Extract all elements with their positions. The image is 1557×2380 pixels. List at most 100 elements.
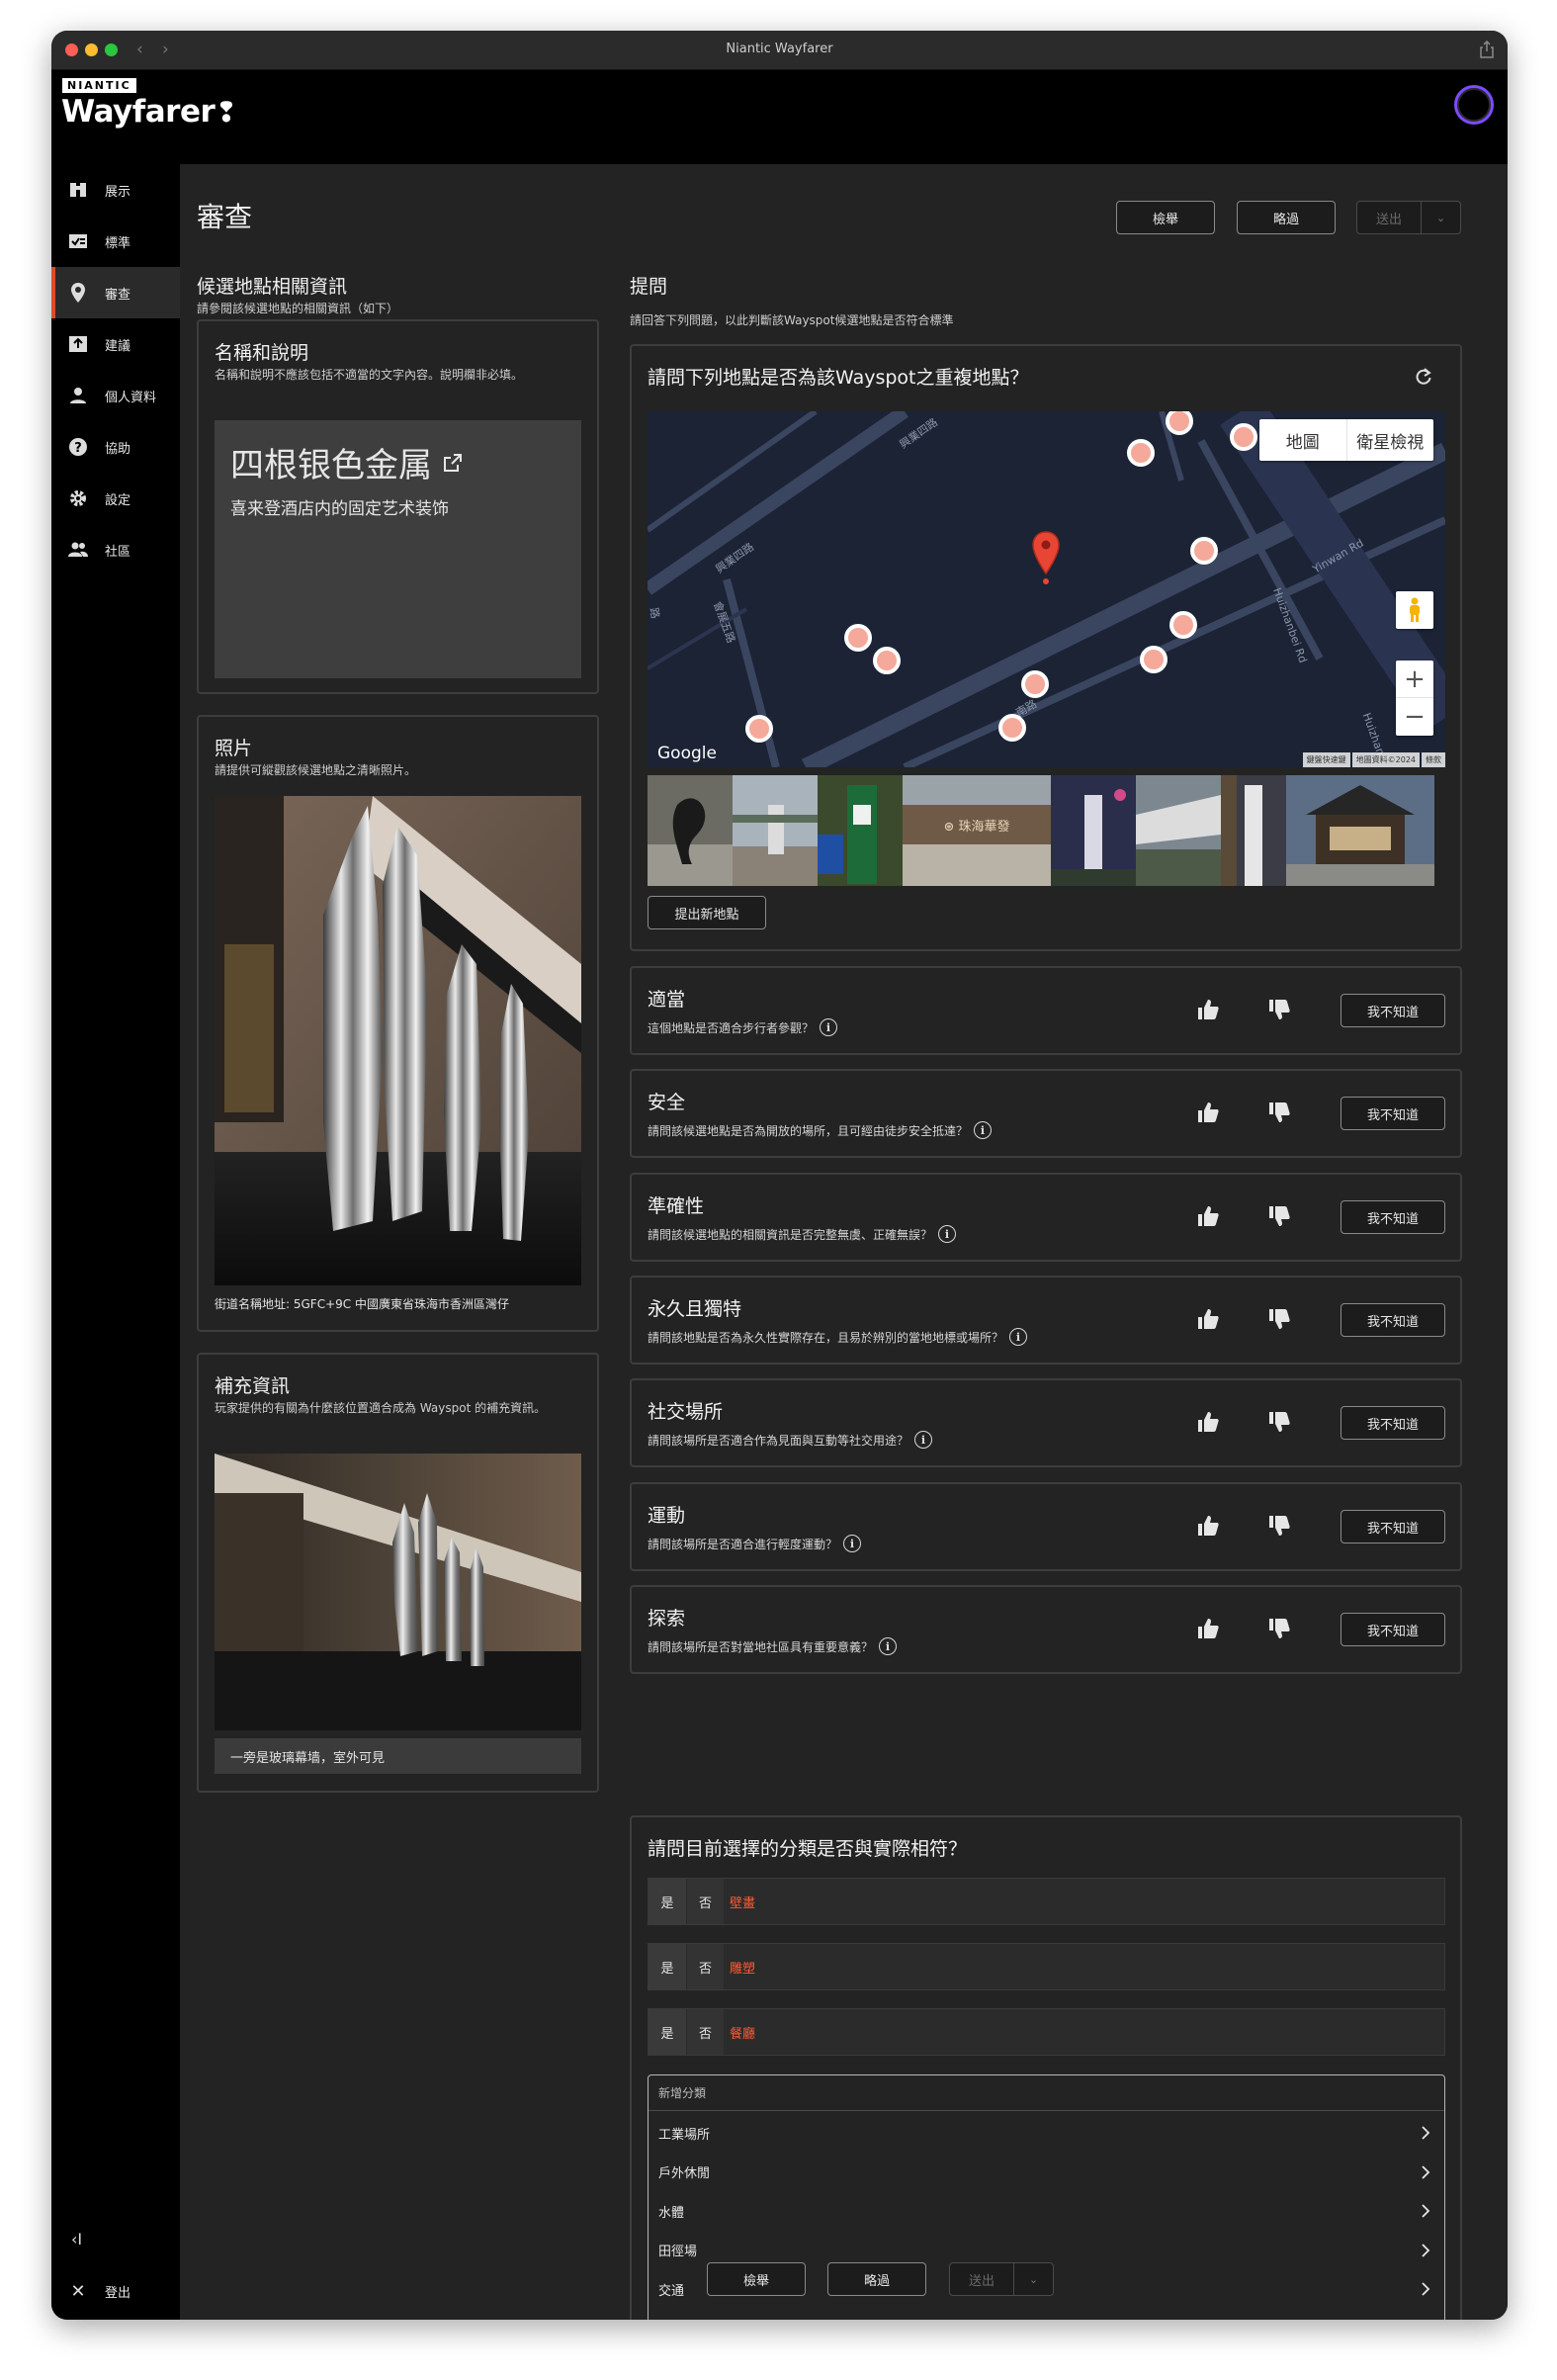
criteria-title: 探索 — [648, 1608, 686, 1630]
nearby-thumbnail[interactable] — [1286, 775, 1434, 886]
dont-know-button[interactable]: 我不知道 — [1341, 1200, 1445, 1234]
thumbs-down-icon[interactable] — [1267, 1410, 1291, 1434]
category-option[interactable]: 住宅大樓 — [649, 2309, 1444, 2321]
zoom-in-icon[interactable]: + — [1396, 661, 1433, 698]
dont-know-button[interactable]: 我不知道 — [1341, 1510, 1445, 1543]
thumbs-up-icon[interactable] — [1196, 1410, 1220, 1434]
dont-know-button[interactable]: 我不知道 — [1341, 1613, 1445, 1646]
supplemental-subtitle: 玩家提供的有關為什麼該位置適合成為 Wayspot 的補充資訊。 — [215, 1401, 547, 1415]
sidebar-item-settings[interactable]: 設定 — [51, 473, 180, 524]
nearby-thumbnail[interactable] — [1136, 775, 1221, 886]
chevron-right-icon — [1422, 2164, 1430, 2179]
dont-know-button[interactable]: 我不知道 — [1341, 1303, 1445, 1337]
info-icon[interactable]: i — [843, 1535, 862, 1552]
candidate-info-subheading: 請參閱該候選地點的相關資訊（如下） — [197, 302, 399, 315]
supplemental-title: 補充資訊 — [215, 1375, 291, 1397]
nominations-icon — [67, 333, 89, 355]
nearby-thumbnail[interactable] — [818, 775, 903, 886]
info-icon[interactable]: i — [938, 1225, 957, 1243]
thumbs-down-icon[interactable] — [1267, 1514, 1291, 1538]
category-option[interactable]: 戶外休閒 — [649, 2153, 1444, 2192]
poi-description: 喜来登酒店内的固定艺术装饰 — [230, 499, 449, 519]
nearby-thumbnail[interactable] — [1221, 775, 1286, 886]
propose-new-location-button[interactable]: 提出新地點 — [648, 896, 766, 929]
submit-button[interactable]: 送出 — [1356, 201, 1422, 234]
candidate-main-photo[interactable] — [215, 796, 581, 1285]
category-no-button[interactable]: 否 — [686, 1944, 724, 1989]
niantic-logo: NIANTIC — [62, 78, 136, 93]
bottom-skip-button[interactable]: 略過 — [827, 2262, 926, 2296]
thumbs-up-icon[interactable] — [1196, 1101, 1220, 1124]
thumbs-down-icon[interactable] — [1267, 1204, 1291, 1228]
bottom-submit-options-chevron-icon[interactable]: ⌄ — [1014, 2262, 1054, 2296]
sidebar-item-profile[interactable]: 個人資料 — [51, 370, 180, 421]
duplicate-map[interactable]: 興業四路 興業四路 會展五路 Yinwan Rd Huizhanbei Rd H… — [648, 411, 1445, 767]
thumbs-up-icon[interactable] — [1196, 1307, 1220, 1331]
collapse-sidebar-icon[interactable]: ‹I — [71, 2230, 82, 2248]
info-icon[interactable]: i — [879, 1637, 898, 1655]
page-title: 審查 — [197, 201, 253, 233]
category-yes-button[interactable]: 是 — [649, 2009, 686, 2055]
dont-know-button[interactable]: 我不知道 — [1341, 1097, 1445, 1130]
thumbs-down-icon[interactable] — [1267, 1617, 1291, 1640]
help-icon: ? — [67, 436, 89, 458]
criteria-row: 永久且獨特 請問該地點是否為永久性實際存在，且易於辨別的當地地標或場所？ i 我… — [630, 1276, 1462, 1365]
category-question: 請問目前選擇的分類是否與實際相符？ — [648, 1838, 968, 1860]
report-button[interactable]: 檢舉 — [1116, 201, 1215, 234]
wayfarer-logo[interactable]: Wayfarer❢ — [61, 94, 238, 130]
thumbs-down-icon[interactable] — [1267, 1307, 1291, 1331]
sidebar-item-help[interactable]: ? 協助 — [51, 421, 180, 473]
criteria-row: 探索 請問該場所是否對當地社區具有重要意義？ i 我不知道 — [630, 1585, 1462, 1674]
category-option[interactable]: 水體 — [649, 2191, 1444, 2231]
category-option-label: 田徑場 — [658, 2245, 698, 2259]
nearby-thumbnail[interactable] — [1051, 775, 1136, 886]
nearby-thumbnail[interactable] — [648, 775, 733, 886]
thumbs-up-icon[interactable] — [1196, 1617, 1220, 1640]
refresh-icon[interactable] — [1415, 368, 1432, 386]
thumbs-down-icon[interactable] — [1267, 998, 1291, 1021]
category-no-button[interactable]: 否 — [686, 1879, 724, 1924]
sidebar-item-community[interactable]: 社區 — [51, 524, 180, 575]
info-icon[interactable]: i — [1009, 1328, 1028, 1346]
category-option[interactable]: 工業場所 — [649, 2113, 1444, 2153]
bottom-report-button[interactable]: 檢舉 — [707, 2262, 806, 2296]
supplemental-photo[interactable] — [215, 1454, 581, 1730]
external-link-icon[interactable] — [442, 452, 464, 474]
dont-know-button[interactable]: 我不知道 — [1341, 994, 1445, 1027]
thumbs-down-icon[interactable] — [1267, 1101, 1291, 1124]
avatar[interactable] — [1454, 85, 1494, 125]
nearby-thumbnail[interactable] — [733, 775, 818, 886]
map-tab[interactable]: 地圖 — [1259, 419, 1347, 461]
sidebar-item-showcase[interactable]: 展示 — [51, 164, 180, 216]
sidebar-item-nominations[interactable]: 建議 — [51, 318, 180, 370]
thumbs-up-icon[interactable] — [1196, 1514, 1220, 1538]
terms-link[interactable]: 條款 — [1422, 752, 1445, 767]
add-category-input[interactable]: 新增分類 — [649, 2075, 1444, 2111]
thumbs-up-icon[interactable] — [1196, 1204, 1220, 1228]
pegman-icon[interactable] — [1396, 591, 1433, 629]
thumbs-up-icon[interactable] — [1196, 998, 1220, 1021]
info-icon[interactable]: i — [820, 1018, 838, 1036]
satellite-tab[interactable]: 衛星檢視 — [1347, 419, 1434, 461]
info-icon[interactable]: i — [974, 1121, 993, 1139]
submit-options-chevron-icon[interactable]: ⌄ — [1422, 201, 1461, 234]
dont-know-button[interactable]: 我不知道 — [1341, 1406, 1445, 1440]
poi-info-box: 四根银色金属 喜来登酒店内的固定艺术装饰 — [215, 420, 581, 678]
info-icon[interactable]: i — [914, 1431, 933, 1449]
category-no-button[interactable]: 否 — [686, 2009, 724, 2055]
sidebar-item-criteria[interactable]: 標準 — [51, 216, 180, 267]
keyboard-shortcuts-link[interactable]: 鍵盤快速鍵 — [1302, 752, 1350, 767]
nearby-thumbnail[interactable]: ⊛ 珠海華發 — [903, 775, 1051, 886]
logout-button[interactable]: ✕ 登出 — [51, 2278, 180, 2304]
category-yes-button[interactable]: 是 — [649, 1944, 686, 1989]
zoom-out-icon[interactable]: − — [1396, 698, 1433, 736]
criteria-row: 運動 請問該場所是否適合進行輕度運動？ i 我不知道 — [630, 1482, 1462, 1571]
close-icon: ✕ — [70, 2280, 86, 2302]
category-option-label: 工業場所 — [658, 2127, 711, 2143]
share-icon[interactable] — [1480, 41, 1494, 58]
bottom-submit-button[interactable]: 送出 — [949, 2262, 1014, 2296]
skip-button[interactable]: 略過 — [1237, 201, 1336, 234]
sidebar-item-review[interactable]: 審查 — [51, 267, 180, 318]
name-description-title: 名稱和說明 — [215, 342, 309, 364]
category-yes-button[interactable]: 是 — [649, 1879, 686, 1924]
